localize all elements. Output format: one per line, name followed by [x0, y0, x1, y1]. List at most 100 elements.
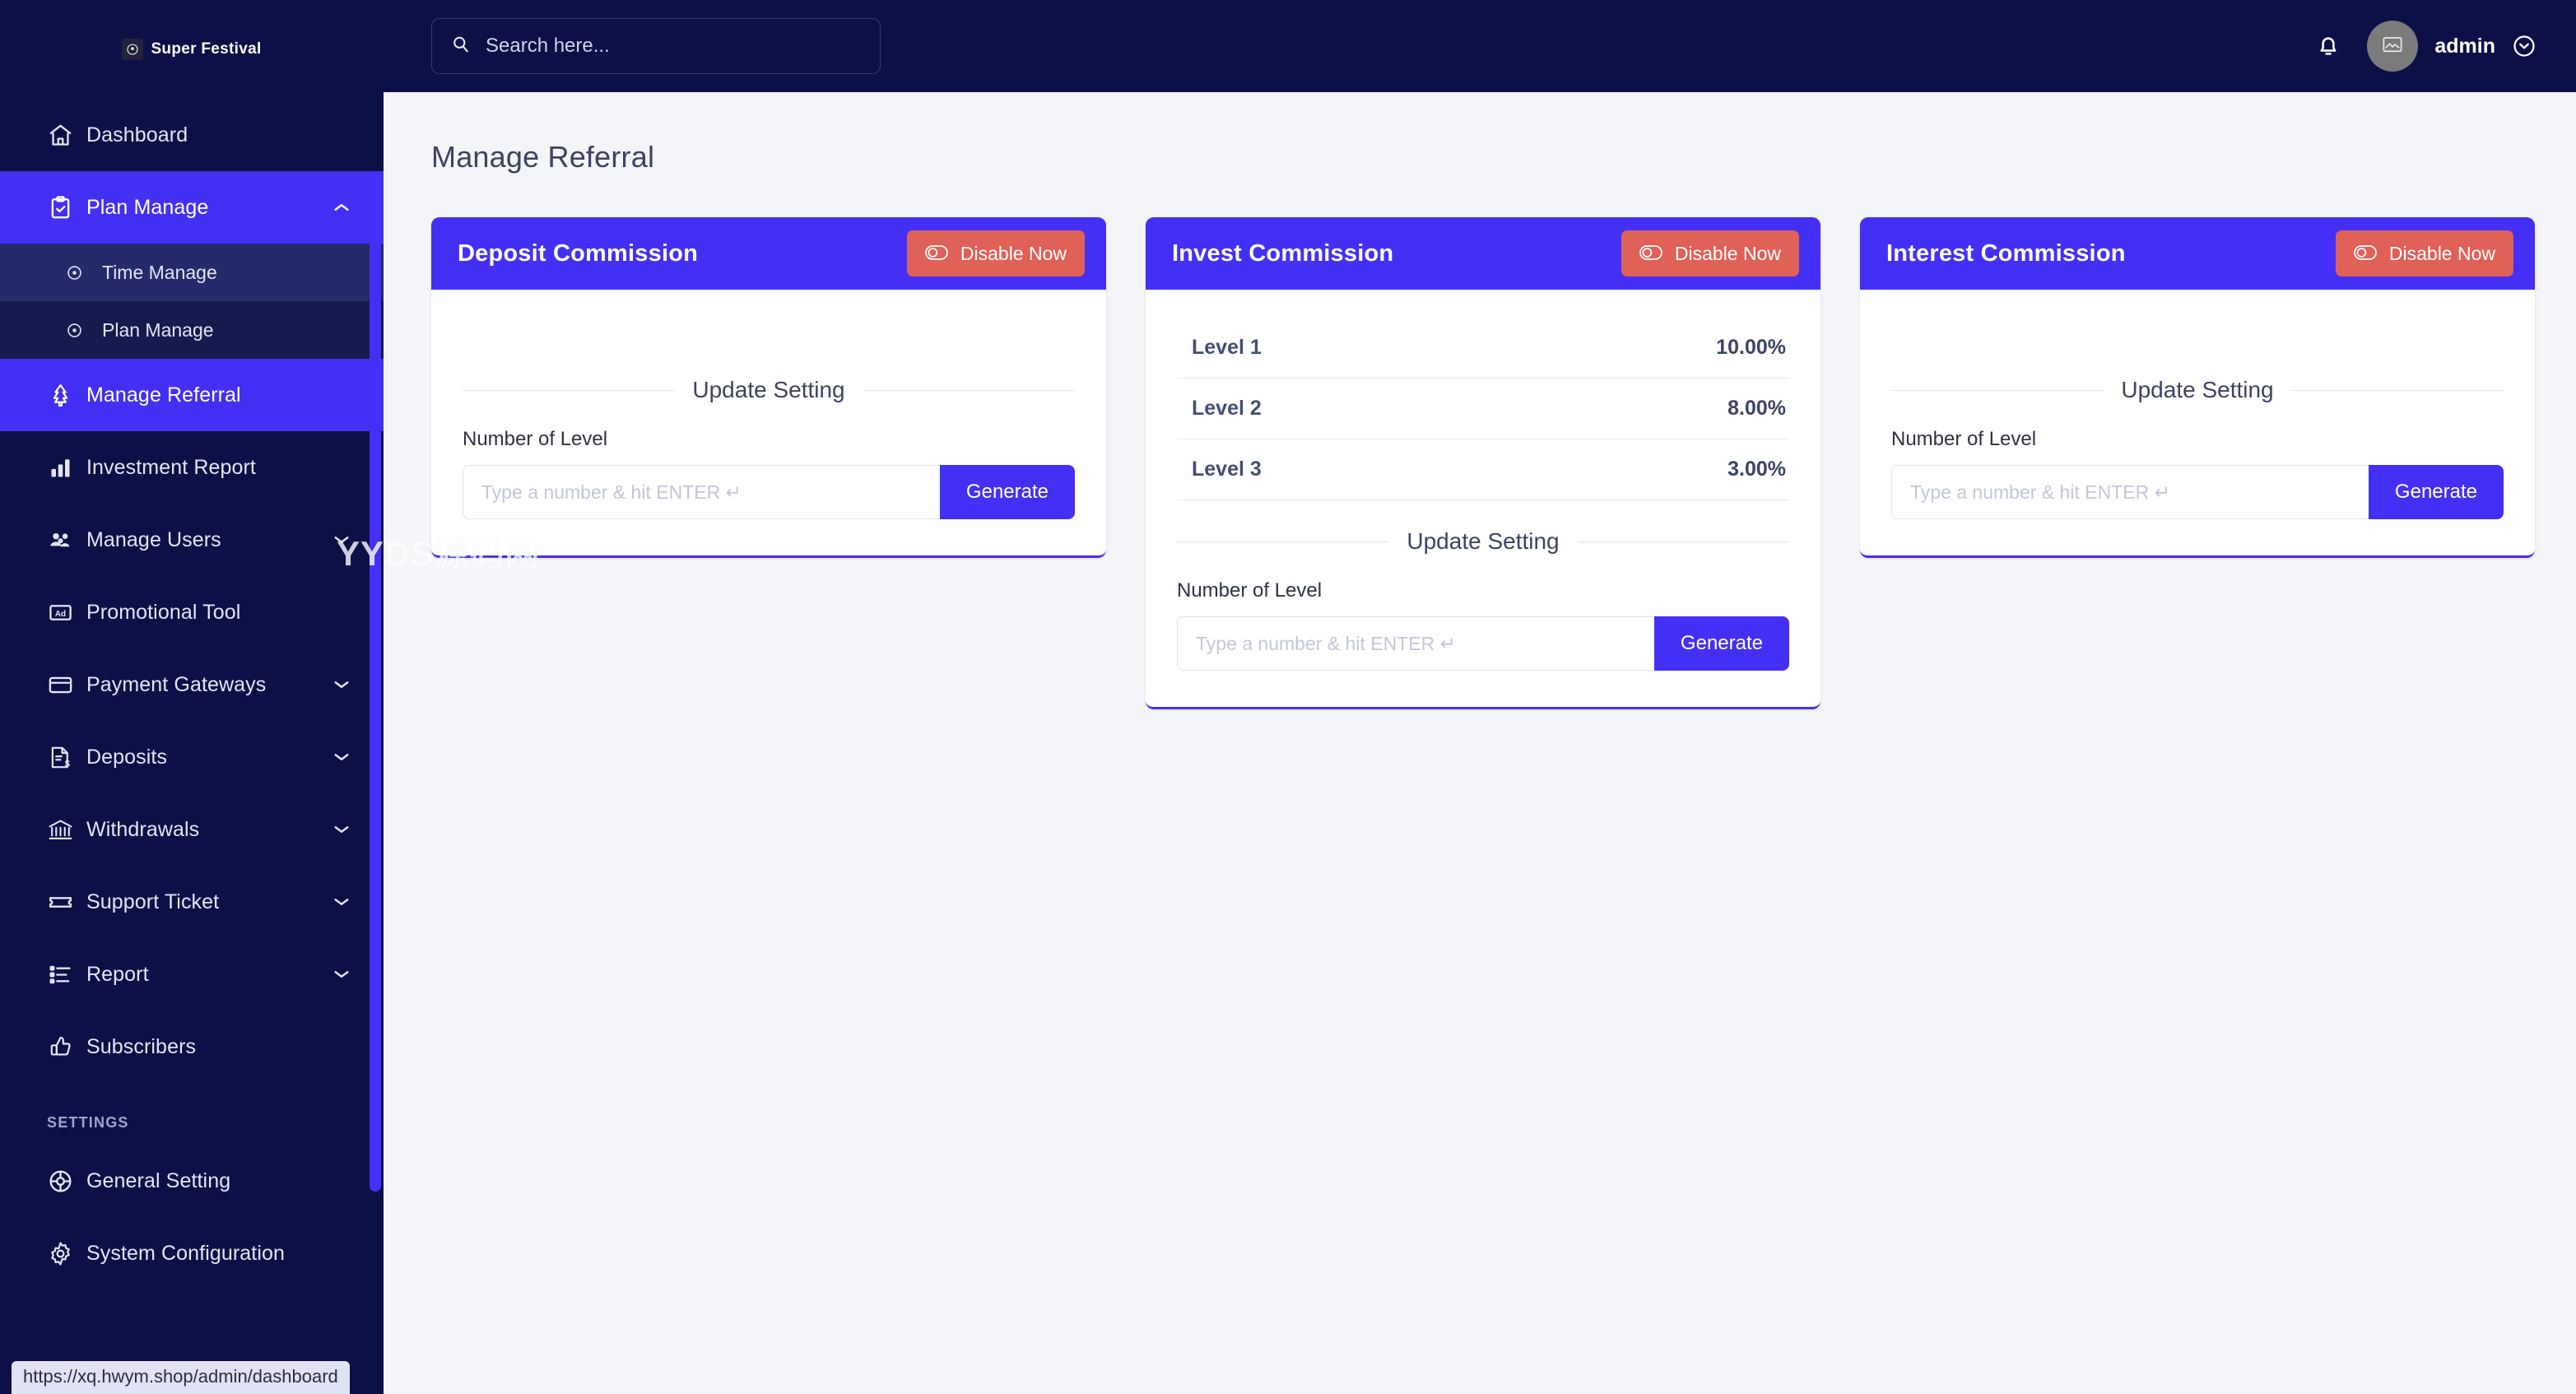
generate-button[interactable]: Generate — [939, 465, 1075, 519]
update-setting-divider: Update Setting — [1891, 377, 2504, 403]
ticket-icon — [47, 889, 83, 916]
disable-now-label: Disable Now — [960, 242, 1067, 264]
divider-line — [463, 389, 675, 391]
brand-name: Super Festival — [151, 40, 262, 58]
sidebar-item-plan-manage[interactable]: Plan Manage — [0, 171, 384, 244]
divider-line — [1891, 389, 2104, 391]
divider-line — [863, 389, 1075, 391]
card-title: Interest Commission — [1886, 239, 2126, 267]
card-deposit-commission: Deposit Commission Disable Now Update Se… — [431, 217, 1106, 558]
sidebar-item-label: Dashboard — [86, 123, 188, 146]
sidebar-item-subscribers[interactable]: Subscribers — [0, 1011, 384, 1083]
level-name: Level 3 — [1192, 458, 1262, 481]
sidebar-item-label: Deposits — [86, 745, 168, 769]
card-header: Interest Commission Disable Now — [1860, 217, 2535, 290]
sidebar-item-general-setting[interactable]: General Setting — [0, 1145, 384, 1217]
sidebar-item-payment-gateways[interactable]: Payment Gateways — [0, 648, 384, 721]
level-value: 8.00% — [1727, 397, 1786, 420]
generate-button[interactable]: Generate — [1653, 616, 1789, 671]
number-of-level-label: Number of Level — [1891, 428, 2037, 450]
sidebar-item-label: Withdrawals — [86, 817, 200, 841]
status-bar-url: https://xq.hwym.shop/admin/dashboard — [12, 1361, 350, 1394]
chevron-down-icon — [332, 676, 351, 694]
chevron-up-icon — [332, 198, 351, 216]
sidebar-item-label: Report — [86, 962, 149, 986]
divider-line — [2291, 389, 2504, 391]
card-header: Deposit Commission Disable Now — [431, 217, 1106, 290]
card-title: Deposit Commission — [458, 239, 699, 267]
brand-logo[interactable]: Super Festival — [0, 0, 384, 99]
level-row: Level 1 10.00% — [1177, 318, 1789, 379]
toggle-off-icon — [1639, 243, 1662, 265]
chevron-down-icon — [332, 965, 351, 983]
home-icon — [47, 122, 83, 149]
sidebar-subitem-plan-manage[interactable]: Plan Manage — [0, 301, 384, 359]
toggle-off-icon — [925, 243, 948, 265]
sidebar-item-report[interactable]: Report — [0, 938, 384, 1011]
sidebar-subitem-time-manage[interactable]: Time Manage — [0, 244, 384, 301]
clipboard-check-icon — [47, 194, 83, 221]
page-title: Manage Referral — [431, 140, 655, 174]
sidebar-item-system-configuration[interactable]: System Configuration — [0, 1217, 384, 1289]
update-setting-label: Update Setting — [1407, 528, 1560, 554]
soccer-ball-icon — [122, 39, 144, 60]
chevron-down-circle-icon[interactable] — [2512, 34, 2536, 58]
top-bar: admin — [384, 0, 2576, 92]
sidebar: Super Festival Dashboard Plan Manage Tim… — [0, 0, 384, 1394]
user-name: admin — [2434, 34, 2495, 58]
divider-line — [1177, 541, 1389, 542]
sidebar-item-label: Payment Gateways — [86, 672, 267, 696]
bank-icon — [47, 816, 83, 843]
disable-now-button[interactable]: Disable Now — [1620, 230, 1799, 276]
users-icon — [47, 527, 83, 554]
sidebar-item-label: Promotional Tool — [86, 600, 241, 624]
number-of-level-input[interactable] — [1177, 616, 1654, 671]
sidebar-item-label: System Configuration — [86, 1241, 286, 1265]
number-of-level-input[interactable] — [1891, 465, 2369, 519]
chevron-down-icon — [332, 748, 351, 766]
dot-circle-icon — [66, 264, 97, 281]
user-menu[interactable]: admin — [2367, 21, 2536, 72]
level-name: Level 2 — [1192, 397, 1262, 420]
sidebar-item-label: Subscribers — [86, 1034, 197, 1058]
sidebar-item-investment-report[interactable]: Investment Report — [0, 431, 384, 504]
document-dollar-icon: $ — [47, 744, 83, 771]
level-value: 10.00% — [1716, 336, 1786, 359]
toggle-off-icon — [2354, 243, 2377, 265]
generate-button[interactable]: Generate — [2368, 465, 2504, 519]
card-body: Update Setting Number of Level Generate — [431, 290, 1106, 555]
chevron-down-icon — [332, 531, 351, 549]
number-of-level-group: Generate — [463, 465, 1075, 519]
avatar — [2367, 21, 2419, 72]
disable-now-button[interactable]: Disable Now — [906, 230, 1085, 276]
bar-chart-icon — [47, 454, 83, 481]
sidebar-subitem-label: Time Manage — [102, 261, 217, 283]
sidebar-item-dashboard[interactable]: Dashboard — [0, 99, 384, 171]
color-wheel-icon — [47, 1168, 83, 1195]
number-of-level-input[interactable] — [463, 465, 940, 519]
number-of-level-label: Number of Level — [463, 428, 608, 450]
bell-icon[interactable] — [2314, 31, 2342, 61]
sidebar-item-label: Manage Users — [86, 527, 221, 551]
main-content: Manage Referral Deposit Commission Disab… — [384, 92, 2576, 1394]
chevron-down-icon — [332, 820, 351, 839]
chevron-down-icon — [332, 893, 351, 911]
level-name: Level 1 — [1192, 336, 1262, 359]
sidebar-item-manage-referral[interactable]: Manage Referral — [0, 359, 384, 431]
sidebar-item-label: General Setting — [86, 1169, 231, 1192]
broken-image-icon — [2382, 35, 2403, 58]
sidebar-item-withdrawals[interactable]: Withdrawals — [0, 793, 384, 866]
disable-now-button[interactable]: Disable Now — [2335, 230, 2513, 276]
sidebar-item-support-ticket[interactable]: Support Ticket — [0, 866, 384, 938]
search-box[interactable] — [431, 18, 881, 74]
svg-text:$: $ — [65, 759, 70, 769]
card-body: Update Setting Number of Level Generate — [1860, 290, 2535, 555]
sidebar-item-manage-users[interactable]: Manage Users — [0, 504, 384, 576]
search-input[interactable] — [486, 35, 862, 58]
sidebar-scrollbar[interactable] — [370, 179, 381, 1192]
sidebar-item-promotional-tool[interactable]: Ad Promotional Tool — [0, 576, 384, 648]
number-of-level-label: Number of Level — [1177, 579, 1323, 602]
sidebar-item-deposits[interactable]: $ Deposits — [0, 721, 384, 793]
